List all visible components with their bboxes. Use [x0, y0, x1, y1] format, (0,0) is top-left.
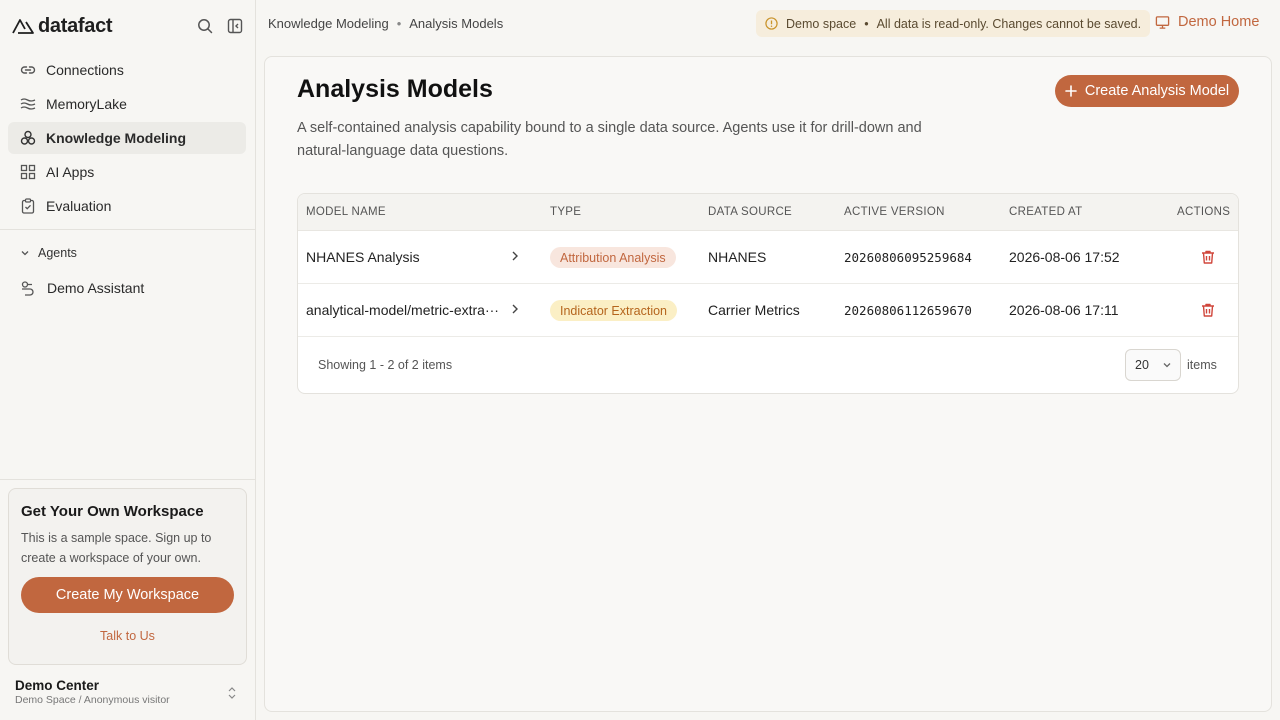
data-source: NHANES [708, 249, 767, 265]
column-header[interactable]: MODEL NAME [306, 206, 386, 218]
logo-row: datafact [12, 14, 244, 38]
active-version: 20260806095259684 [844, 250, 972, 265]
create-analysis-model-button[interactable]: Create Analysis Model [1055, 75, 1239, 107]
agents-section-toggle[interactable]: Agents [20, 246, 77, 260]
demo-space-banner: Demo space • All data is read-only. Chan… [756, 10, 1151, 37]
sidebar-item-memorylake[interactable]: MemoryLake [8, 88, 246, 120]
sidebar: datafact Connections MemoryLake Knowledg… [0, 0, 256, 720]
data-source: Carrier Metrics [708, 302, 800, 318]
sidebar-item-label: Connections [46, 62, 124, 78]
account-subtitle: Demo Space / Anonymous visitor [15, 694, 170, 706]
create-button-label: Create Analysis Model [1084, 83, 1230, 99]
page-description: A self-contained analysis capability bou… [297, 120, 922, 159]
sidebar-divider [0, 479, 255, 480]
agent-item-demo-assistant[interactable]: Demo Assistant [8, 272, 246, 304]
clipboard-check-icon [20, 198, 36, 214]
collapse-sidebar-icon[interactable] [226, 17, 244, 35]
trash-icon[interactable] [1200, 302, 1216, 318]
info-icon [765, 17, 778, 30]
model-name[interactable]: NHANES Analysis [306, 249, 420, 265]
chevron-right-icon[interactable] [510, 303, 520, 315]
talk-to-us-link[interactable]: Talk to Us [9, 629, 246, 643]
column-header[interactable]: ACTIVE VERSION [844, 206, 945, 218]
breadcrumb: Knowledge Modeling • Analysis Models [268, 16, 503, 31]
breadcrumb-item[interactable]: Knowledge Modeling [268, 16, 389, 31]
page-size-value: 20 [1135, 358, 1149, 372]
main-panel: Analysis Models A self-contained analysi… [264, 56, 1272, 712]
table-header: MODEL NAME TYPE DATA SOURCE ACTIVE VERSI… [298, 194, 1238, 231]
logo[interactable]: datafact [12, 14, 113, 38]
sidebar-item-ai-apps[interactable]: AI Apps [8, 156, 246, 188]
grid-icon [20, 164, 36, 180]
workspace-promo-card: Get Your Own Workspace This is a sample … [8, 488, 247, 665]
column-header[interactable]: TYPE [550, 206, 581, 218]
agents-section-label: Agents [38, 246, 77, 260]
breadcrumb-separator: • [396, 16, 402, 31]
chevron-down-icon [1162, 360, 1172, 370]
model-name[interactable]: analytical-model/metric-extra··· [306, 302, 499, 318]
table-row[interactable]: NHANES Analysis Attribution Analysis NHA… [298, 231, 1238, 284]
plus-icon [1065, 85, 1077, 97]
bot-icon [20, 280, 36, 296]
sidebar-item-label: AI Apps [46, 164, 95, 180]
create-workspace-button[interactable]: Create My Workspace [21, 577, 234, 613]
trash-icon[interactable] [1200, 249, 1216, 265]
agent-item-label: Demo Assistant [47, 280, 145, 296]
sidebar-item-knowledge-modeling[interactable]: Knowledge Modeling [8, 122, 246, 154]
demo-home-link[interactable]: Demo Home [1155, 14, 1259, 30]
type-badge: Attribution Analysis [550, 247, 676, 268]
column-header[interactable]: DATA SOURCE [708, 206, 792, 218]
table-row[interactable]: analytical-model/metric-extra··· Indicat… [298, 284, 1238, 337]
sidebar-item-label: Evaluation [46, 198, 112, 214]
type-badge: Indicator Extraction [550, 300, 677, 321]
account-switcher[interactable]: Demo Center Demo Space / Anonymous visit… [15, 678, 245, 710]
created-at: 2026-08-06 17:11 [1009, 302, 1119, 318]
models-table: MODEL NAME TYPE DATA SOURCE ACTIVE VERSI… [297, 193, 1239, 394]
sidebar-nav: Connections MemoryLake Knowledge Modelin… [8, 54, 246, 224]
pagination-summary: Showing 1 - 2 of 2 items [318, 358, 453, 372]
waves-icon [20, 96, 36, 112]
cubes-icon [20, 130, 36, 146]
sidebar-item-label: MemoryLake [46, 96, 127, 112]
column-header[interactable]: CREATED AT [1009, 206, 1083, 218]
page-size-select[interactable]: 20 [1125, 349, 1181, 381]
page-size-label: items [1187, 358, 1217, 372]
logo-mark-icon [12, 18, 34, 34]
banner-label: Demo space [786, 16, 857, 31]
column-header: ACTIONS [1177, 206, 1231, 218]
chevron-right-icon[interactable] [510, 250, 520, 262]
banner-text: All data is read-only. Changes cannot be… [876, 16, 1142, 31]
sidebar-divider [0, 229, 255, 230]
monitor-icon [1155, 15, 1170, 30]
search-icon[interactable] [196, 17, 214, 35]
logo-text: datafact [38, 14, 113, 37]
account-name: Demo Center [15, 678, 100, 693]
topbar: Knowledge Modeling • Analysis Models Dem… [256, 0, 1280, 48]
chevron-up-down-icon [227, 686, 237, 700]
promo-text: This is a sample space. Sign up to creat… [21, 531, 212, 565]
sidebar-item-connections[interactable]: Connections [8, 54, 246, 86]
table-footer: Showing 1 - 2 of 2 items 20 items [298, 338, 1238, 393]
created-at: 2026-08-06 17:52 [1009, 249, 1120, 265]
promo-title: Get Your Own Workspace [21, 503, 204, 520]
page-title: Analysis Models [297, 75, 493, 103]
chevron-down-icon [20, 248, 30, 258]
demo-home-label: Demo Home [1178, 14, 1260, 30]
sidebar-item-evaluation[interactable]: Evaluation [8, 190, 246, 222]
breadcrumb-item: Analysis Models [409, 16, 504, 31]
sidebar-item-label: Knowledge Modeling [46, 130, 186, 146]
banner-separator: • [864, 16, 869, 31]
active-version: 20260806112659670 [844, 303, 972, 318]
link-icon [20, 62, 36, 78]
